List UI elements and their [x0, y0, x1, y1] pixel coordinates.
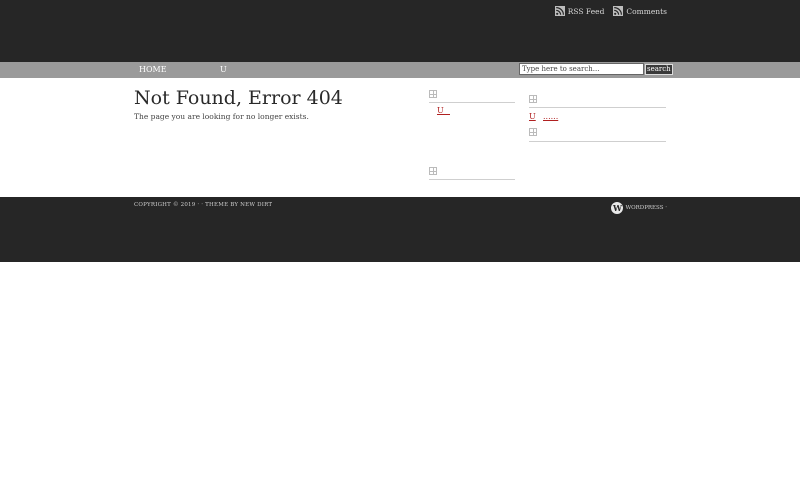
sidebar-link[interactable]: U [529, 112, 536, 121]
rss-feed-label: RSS Feed [567, 6, 605, 16]
widget-divider [529, 107, 666, 108]
rss-feed-link[interactable]: RSS Feed [554, 6, 605, 16]
page-message: The page you are looking for no longer e… [134, 112, 309, 121]
feed-links: RSS Feed Comments [554, 6, 667, 16]
nav-item-u[interactable]: U [220, 65, 227, 74]
widget-divider [429, 179, 515, 180]
nav-bar: HOME U [0, 62, 800, 78]
wordpress-logo-icon: W [611, 202, 624, 214]
rss-icon [554, 6, 565, 16]
widget-divider [529, 141, 666, 142]
widget-icon [529, 128, 537, 136]
link-underline [437, 114, 450, 115]
rss-icon [613, 6, 624, 16]
widget-icon [429, 167, 437, 175]
widget-divider [429, 102, 515, 103]
site-footer: COPYRIGHT © 2019 · · THEME BY NEW DIRT W… [0, 197, 800, 262]
copyright-text: COPYRIGHT © 2019 · · THEME BY NEW DIRT [134, 202, 273, 208]
nav-item-home[interactable]: HOME [139, 65, 167, 74]
sidebar-link[interactable]: ...... [543, 112, 558, 121]
wordpress-label: WORDPRESS · [625, 205, 667, 211]
widget-icon [529, 95, 537, 103]
search-input[interactable]: Type here to search... [519, 63, 644, 75]
widget-icon [429, 90, 437, 98]
comments-feed-label: Comments [626, 6, 667, 16]
site-header: RSS Feed Comments [0, 0, 800, 62]
comments-feed-link[interactable]: Comments [613, 6, 667, 16]
search-button[interactable]: search [645, 64, 673, 75]
page-title: Not Found, Error 404 [134, 87, 343, 109]
wordpress-credit[interactable]: W WORDPRESS · [611, 202, 667, 214]
